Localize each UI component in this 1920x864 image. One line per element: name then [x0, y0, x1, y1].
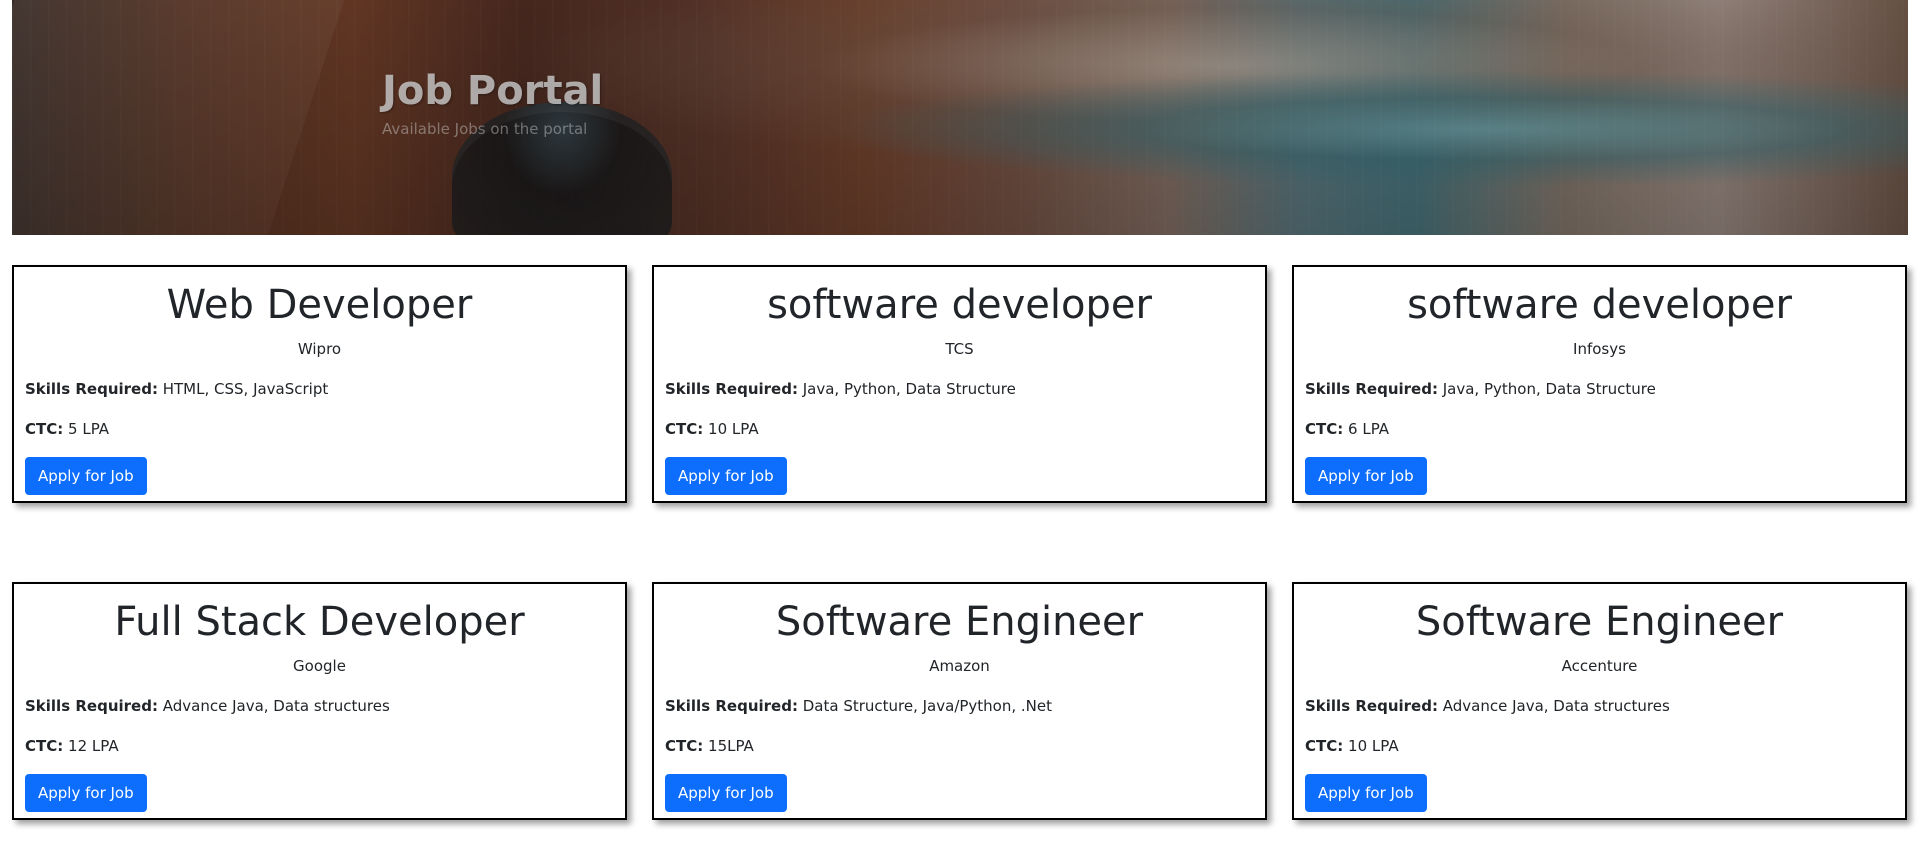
- skills-label: Skills Required:: [1305, 697, 1438, 715]
- job-title: Full Stack Developer: [114, 599, 525, 645]
- skills-label: Skills Required:: [25, 380, 158, 398]
- ctc-value: 5 LPA: [68, 420, 110, 438]
- job-card: software developer Infosys Skills Requir…: [1292, 265, 1907, 503]
- ctc-value: 6 LPA: [1348, 420, 1390, 438]
- skills-required: Skills Required: Advance Java, Data stru…: [1305, 696, 1894, 716]
- job-card: software developer TCS Skills Required: …: [652, 265, 1267, 503]
- job-title: Software Engineer: [775, 599, 1144, 645]
- ctc-label: CTC:: [25, 737, 64, 755]
- company-name: TCS: [945, 340, 974, 358]
- job-card: Full Stack Developer Google Skills Requi…: [12, 582, 627, 820]
- company-name: Google: [293, 657, 346, 675]
- ctc-value: 10 LPA: [708, 420, 759, 438]
- page-title: Job Portal: [382, 68, 604, 114]
- ctc: CTC: 6 LPA: [1305, 419, 1894, 439]
- skills-label: Skills Required:: [665, 380, 798, 398]
- skills-required: Skills Required: Java, Python, Data Stru…: [665, 379, 1254, 399]
- skills-required: Skills Required: Java, Python, Data Stru…: [1305, 379, 1894, 399]
- apply-for-job-button[interactable]: Apply for Job: [25, 457, 147, 495]
- job-card: Web Developer Wipro Skills Required: HTM…: [12, 265, 627, 503]
- company-name: Accenture: [1561, 657, 1638, 675]
- skills-value: Advance Java, Data structures: [1442, 697, 1670, 715]
- ctc: CTC: 10 LPA: [665, 419, 1254, 439]
- skills-label: Skills Required:: [665, 697, 798, 715]
- apply-for-job-button[interactable]: Apply for Job: [25, 774, 147, 812]
- ctc-label: CTC:: [665, 737, 704, 755]
- skills-required: Skills Required: Advance Java, Data stru…: [25, 696, 614, 716]
- ctc-label: CTC:: [1305, 420, 1344, 438]
- company-name: Amazon: [929, 657, 990, 675]
- ctc-label: CTC:: [25, 420, 64, 438]
- job-title: software developer: [767, 282, 1152, 328]
- job-title: Software Engineer: [1415, 599, 1784, 645]
- ctc: CTC: 10 LPA: [1305, 736, 1894, 756]
- job-card: Software Engineer Accenture Skills Requi…: [1292, 582, 1907, 820]
- skills-value: Java, Python, Data Structure: [802, 380, 1016, 398]
- skills-required: Skills Required: HTML, CSS, JavaScript: [25, 379, 614, 399]
- skills-value: Data Structure, Java/Python, .Net: [802, 697, 1052, 715]
- apply-for-job-button[interactable]: Apply for Job: [1305, 774, 1427, 812]
- page-subtitle: Available Jobs on the portal: [382, 120, 588, 138]
- apply-for-job-button[interactable]: Apply for Job: [665, 774, 787, 812]
- skills-value: Java, Python, Data Structure: [1442, 380, 1656, 398]
- ctc-value: 12 LPA: [68, 737, 119, 755]
- skills-label: Skills Required:: [25, 697, 158, 715]
- hero-banner: Job Portal Available Jobs on the portal: [12, 0, 1908, 235]
- job-card: Software Engineer Amazon Skills Required…: [652, 582, 1267, 820]
- company-name: Wipro: [297, 340, 342, 358]
- apply-for-job-button[interactable]: Apply for Job: [665, 457, 787, 495]
- ctc: CTC: 12 LPA: [25, 736, 614, 756]
- ctc-label: CTC:: [665, 420, 704, 438]
- hero-text: Job Portal Available Jobs on the portal: [382, 70, 603, 138]
- company-name: Infosys: [1573, 340, 1626, 358]
- skills-value: Advance Java, Data structures: [162, 697, 390, 715]
- ctc: CTC: 5 LPA: [25, 419, 614, 439]
- job-card-grid: Web Developer Wipro Skills Required: HTM…: [12, 265, 1908, 820]
- job-title: Web Developer: [166, 282, 473, 328]
- ctc-label: CTC:: [1305, 737, 1344, 755]
- skills-label: Skills Required:: [1305, 380, 1438, 398]
- ctc-value: 15LPA: [708, 737, 754, 755]
- apply-for-job-button[interactable]: Apply for Job: [1305, 457, 1427, 495]
- skills-required: Skills Required: Data Structure, Java/Py…: [665, 696, 1254, 716]
- job-title: software developer: [1407, 282, 1792, 328]
- skills-value: HTML, CSS, JavaScript: [162, 380, 329, 398]
- ctc-value: 10 LPA: [1348, 737, 1399, 755]
- ctc: CTC: 15LPA: [665, 736, 1254, 756]
